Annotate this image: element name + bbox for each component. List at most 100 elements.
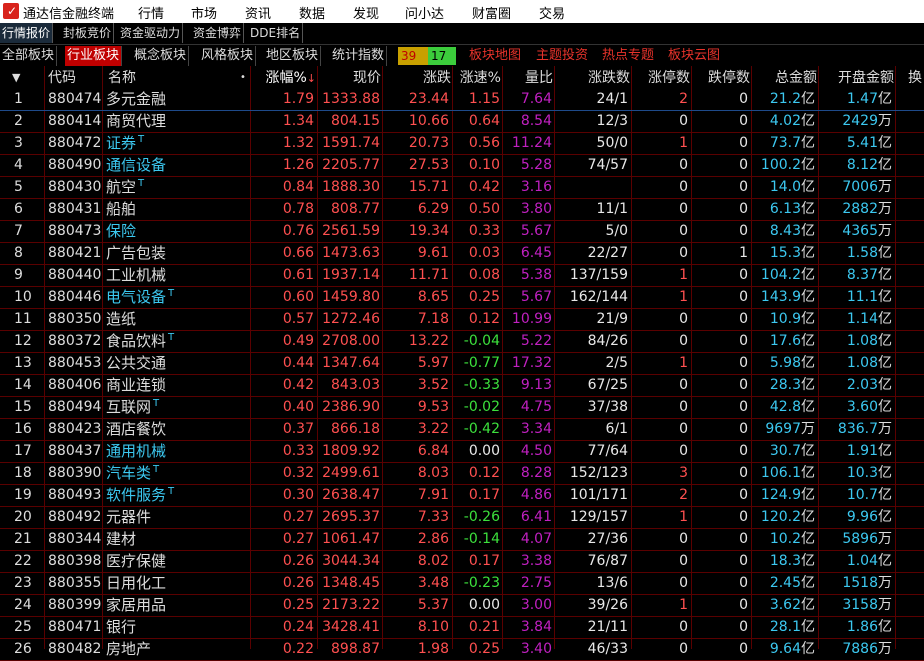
- table-row[interactable]: 18 880390 汽车类 T 0.32 2499.61 8.03 0.12 8.28 152/1…: [0, 462, 924, 485]
- table-row[interactable]: 4 880490 通信设备 1.26 2205.77 27.53 0.10 5.28 74/57…: [0, 154, 924, 177]
- sector-name[interactable]: 通信设备: [106, 154, 166, 176]
- sector-code: 880490: [48, 157, 102, 173]
- sector-name-text: 造纸: [106, 310, 137, 328]
- table-row[interactable]: 19 880493 软件服务 T 0.30 2638.47 7.91 0.17 4.86 101/…: [0, 484, 924, 507]
- sector-name[interactable]: 医疗保健: [106, 550, 166, 572]
- vol-ratio: 3.34: [520, 421, 552, 437]
- sector-name[interactable]: 汽车类 T: [106, 462, 159, 484]
- table-row[interactable]: 14 880406 商业连锁 0.42 843.03 3.52 -0.33 9.13 67/25…: [0, 374, 924, 397]
- change: 20.73: [408, 135, 449, 151]
- sector-name[interactable]: 房地产: [106, 638, 151, 660]
- sector-name[interactable]: 造纸: [106, 308, 136, 330]
- sector-name[interactable]: 建材: [106, 528, 136, 550]
- subtab[interactable]: 行情报价: [0, 23, 54, 43]
- sector-name[interactable]: 电气设备 T: [106, 286, 174, 308]
- table-row[interactable]: 17 880437 通用机械 0.33 1809.92 6.84 0.00 4.50 77/64…: [0, 440, 924, 463]
- sector-name[interactable]: 家居用品: [106, 594, 166, 616]
- col-total-amount[interactable]: 总金额: [752, 68, 817, 88]
- sort-arrow-icon[interactable]: ▼: [12, 68, 20, 88]
- table-row[interactable]: 8 880421 广告包装 0.66 1473.63 9.61 0.03 6.45 22/27 0…: [0, 242, 924, 265]
- sector-name[interactable]: 船舶: [106, 198, 136, 220]
- subtab[interactable]: DDE排名: [248, 23, 304, 43]
- table-row[interactable]: 9 880440 工业机械 0.61 1937.14 11.71 0.08 5.38 137/1…: [0, 264, 924, 287]
- sector-name[interactable]: 互联网 T: [106, 396, 159, 418]
- sector-name[interactable]: 酒店餐饮: [106, 418, 166, 440]
- sector-tab[interactable]: 统计指数: [330, 46, 388, 66]
- sector-name[interactable]: 广告包装: [106, 242, 166, 264]
- sector-tab[interactable]: 全部板块: [0, 46, 58, 66]
- limit-down-count: 0: [739, 641, 748, 657]
- menu-item[interactable]: 发现: [353, 3, 379, 22]
- feature-link[interactable]: 板块云图: [668, 46, 720, 66]
- col-speed[interactable]: 涨速%: [453, 68, 501, 88]
- table-row[interactable]: 10 880446 电气设备 T 0.60 1459.80 8.65 0.25 5.67 162/…: [0, 286, 924, 309]
- table-row[interactable]: 16 880423 酒店餐饮 0.37 866.18 3.22 -0.42 3.34 6/1 0 0…: [0, 418, 924, 441]
- sector-name[interactable]: 软件服务 T: [106, 484, 174, 506]
- menu-item[interactable]: 市场: [191, 3, 217, 22]
- sector-name[interactable]: 通用机械: [106, 440, 166, 462]
- table-row[interactable]: 11 880350 造纸 0.57 1272.46 7.18 0.12 10.99 21/9 0 0…: [0, 308, 924, 331]
- table-row[interactable]: 7 880473 保险 0.76 2561.59 19.34 0.33 5.67 5/0 0 0 8.…: [0, 220, 924, 243]
- limit-up-count: 0: [679, 575, 688, 591]
- table-row[interactable]: 25 880471 银行 0.24 3428.41 8.10 0.21 3.84 21/11 0 0…: [0, 616, 924, 639]
- col-name[interactable]: 名称: [108, 68, 136, 88]
- table-row[interactable]: 2 880414 商贸代理 1.34 804.15 10.66 0.64 8.54 12/3 0 0…: [0, 110, 924, 133]
- col-change[interactable]: 涨跌: [383, 68, 451, 88]
- table-row[interactable]: 20 880492 元器件 0.27 2695.37 7.33 -0.26 6.41 129/1…: [0, 506, 924, 529]
- menu-item[interactable]: 行情: [138, 3, 164, 22]
- sector-name[interactable]: 元器件: [106, 506, 151, 528]
- col-limit-up[interactable]: 涨停数: [632, 68, 690, 88]
- sector-name[interactable]: 多元金融: [106, 88, 166, 110]
- menu-item[interactable]: 问小达: [405, 3, 444, 22]
- subtab[interactable]: 资金驱动力: [118, 23, 184, 43]
- sector-name[interactable]: 保险: [106, 220, 136, 242]
- col-change-pct[interactable]: 涨幅%↓: [252, 68, 316, 88]
- limit-up-count: 0: [679, 179, 688, 195]
- table-row[interactable]: 24 880399 家居用品 0.25 2173.22 5.37 0.00 3.00 39/26…: [0, 594, 924, 617]
- table-row[interactable]: 26 880482 房地产 0.22 898.87 1.98 0.25 3.40 46/33 0 0…: [0, 638, 924, 661]
- menu-item[interactable]: 交易: [539, 3, 565, 22]
- table-row[interactable]: 3 880472 证券 T 1.32 1591.74 20.73 0.56 11.24 50/0 1…: [0, 132, 924, 155]
- sector-tab[interactable]: 风格板块: [199, 46, 257, 66]
- sector-name[interactable]: 公共交通: [106, 352, 166, 374]
- sector-name[interactable]: 银行: [106, 616, 136, 638]
- price: 1473.63: [322, 245, 380, 261]
- menu-item[interactable]: 财富圈: [472, 3, 511, 22]
- table-row[interactable]: 5 880430 航空 T 0.84 1888.30 15.71 0.42 3.16 0 0 14.0…: [0, 176, 924, 199]
- col-price[interactable]: 现价: [318, 68, 381, 88]
- menu-item[interactable]: 资讯: [245, 3, 271, 22]
- col-up-down[interactable]: 涨跌数: [555, 68, 630, 88]
- table-row[interactable]: 23 880355 日用化工 0.26 1348.45 3.48 -0.23 2.75 13/6…: [0, 572, 924, 595]
- sector-name[interactable]: 日用化工: [106, 572, 166, 594]
- sector-name[interactable]: 工业机械: [106, 264, 166, 286]
- sector-tab[interactable]: 行业板块: [65, 46, 123, 66]
- feature-link[interactable]: 主题投资: [536, 46, 588, 66]
- col-limit-down[interactable]: 跌停数: [692, 68, 750, 88]
- table-row[interactable]: 13 880453 公共交通 0.44 1347.64 5.97 -0.77 17.32 2/5…: [0, 352, 924, 375]
- sector-name[interactable]: 商业连锁: [106, 374, 166, 396]
- feature-link[interactable]: 板块地图: [469, 46, 521, 66]
- vol-ratio: 3.84: [520, 619, 552, 635]
- col-open-amount[interactable]: 开盘金额: [819, 68, 894, 88]
- table-row[interactable]: 12 880372 食品饮料 T 0.49 2708.00 13.22 -0.04 5.22 84…: [0, 330, 924, 353]
- up-down-count: 39/26: [587, 597, 628, 613]
- col-code[interactable]: 代码: [48, 68, 76, 88]
- menu-item[interactable]: 数据: [299, 3, 325, 22]
- subtab[interactable]: 资金博弈: [191, 23, 245, 43]
- table-row[interactable]: 22 880398 医疗保健 0.26 3044.34 8.02 0.17 3.38 76/87…: [0, 550, 924, 573]
- sector-name[interactable]: 证券 T: [106, 132, 144, 154]
- table-row[interactable]: 21 880344 建材 0.27 1061.47 2.86 -0.14 4.07 27/36 0…: [0, 528, 924, 551]
- vol-ratio: 5.67: [520, 223, 552, 239]
- table-row[interactable]: 15 880494 互联网 T 0.40 2386.90 9.53 -0.02 4.75 37/3…: [0, 396, 924, 419]
- table-row[interactable]: 6 880431 船舶 0.78 808.77 6.29 0.50 3.80 11/1 0 0 6.1…: [0, 198, 924, 221]
- col-extra[interactable]: 换: [908, 68, 922, 88]
- subtab[interactable]: 封板竞价: [61, 23, 115, 43]
- table-row[interactable]: 1 880474 多元金融 1.79 1333.88 23.44 1.15 7.64 24/1 2…: [0, 88, 924, 111]
- sector-name[interactable]: 食品饮料 T: [106, 330, 174, 352]
- sector-name[interactable]: 商贸代理: [106, 110, 166, 132]
- sector-name[interactable]: 航空 T: [106, 176, 144, 198]
- sector-tab[interactable]: 地区板块: [264, 46, 322, 66]
- col-vol-ratio[interactable]: 量比: [503, 68, 553, 88]
- sector-tab[interactable]: 概念板块: [132, 46, 190, 66]
- feature-link[interactable]: 热点专题: [602, 46, 654, 66]
